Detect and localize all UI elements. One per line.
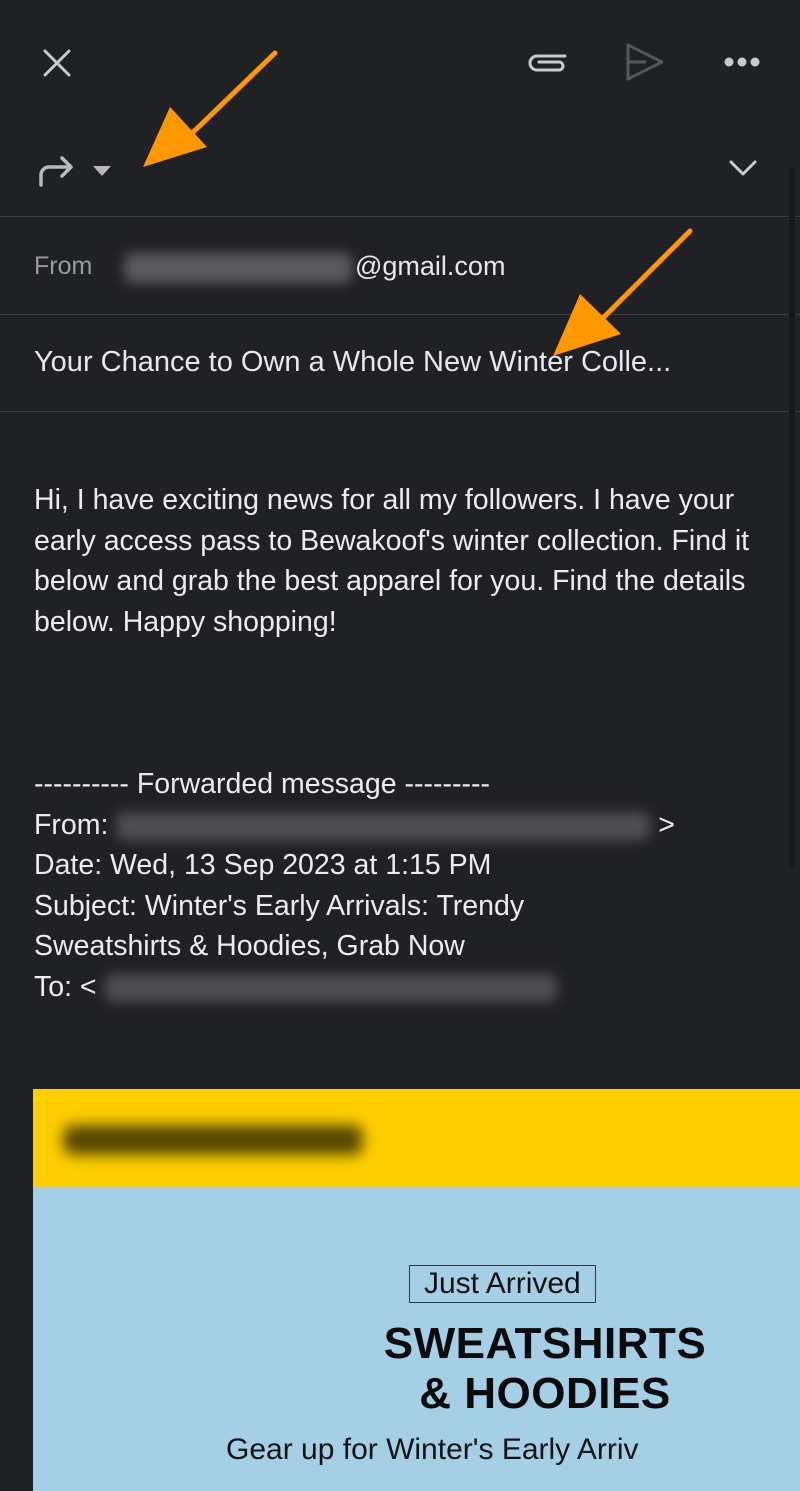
forwarded-to-label: To: < [34, 970, 97, 1003]
forwarded-subject-2: Sweatshirts & Hoodies, Grab Now [34, 930, 465, 962]
divider [0, 216, 800, 217]
scrollbar[interactable] [789, 168, 795, 868]
chevron-down-icon[interactable] [728, 158, 758, 178]
annotation-arrow-icon [143, 50, 278, 167]
forwarded-to-redacted [104, 973, 557, 1002]
banner-tagline: Gear up for Winter's Early Arriv [226, 1433, 639, 1466]
forwarded-from-line: From: > [34, 805, 675, 846]
from-address[interactable]: @gmail.com [355, 251, 505, 282]
forwarded-from-label: From: [34, 808, 109, 841]
send-icon[interactable] [624, 42, 666, 82]
from-label: From [34, 252, 93, 280]
banner-header [33, 1089, 800, 1187]
annotation-arrow-icon [553, 228, 693, 356]
compose-mode-selector[interactable] [36, 150, 116, 190]
forwarded-message-header: ---------- Forwarded message --------- F… [34, 764, 675, 1007]
forwarded-from-redacted [116, 811, 651, 840]
forwarded-to-line: To: < [34, 967, 675, 1008]
divider [0, 411, 800, 412]
from-address-redacted [124, 253, 352, 283]
forwarded-from-suffix: > [658, 808, 675, 841]
paperclip-icon[interactable] [525, 48, 571, 78]
headline-line-1: SWEATSHIRTS [383, 1319, 707, 1368]
more-horizontal-icon[interactable] [723, 55, 761, 69]
brand-logo-redacted [63, 1125, 363, 1155]
forwarded-date: Date: Wed, 13 Sep 2023 at 1:15 PM [34, 849, 492, 881]
headline-line-2: & HOODIES [419, 1369, 671, 1418]
forwarded-subject-1: Subject: Winter's Early Arrivals: Trendy [34, 889, 525, 922]
email-banner-image: Just Arrived SWEATSHIRTS & HOODIES Gear … [33, 1089, 800, 1491]
caret-down-icon [93, 166, 111, 176]
close-icon[interactable] [42, 48, 72, 78]
just-arrived-badge: Just Arrived [409, 1265, 596, 1303]
message-body[interactable]: Hi, I have exciting news for all my foll… [34, 480, 774, 642]
forward-arrow-icon [39, 156, 73, 187]
forwarded-divider: ---------- Forwarded message --------- [34, 768, 490, 800]
banner-headline: SWEATSHIRTS & HOODIES [233, 1319, 800, 1419]
